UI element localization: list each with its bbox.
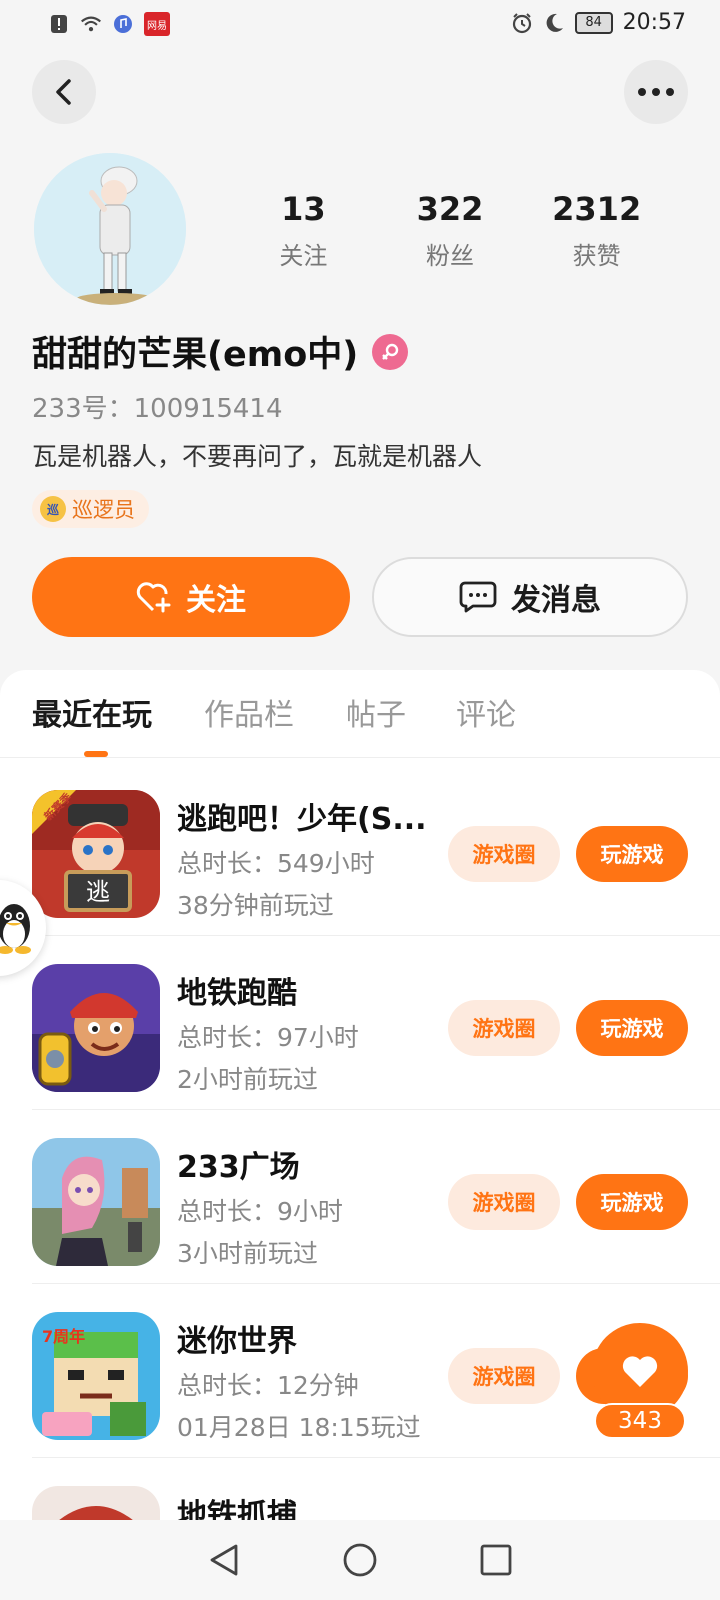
role-badge[interactable]: 巡 巡逻员 — [32, 490, 149, 528]
stat-value: 13 — [281, 190, 326, 228]
game-circle-button[interactable]: 游戏圈 — [448, 1348, 560, 1404]
game-name: 地铁跑酷 — [177, 976, 297, 1011]
mini-world-icon[interactable]: 7周年 — [32, 1312, 160, 1440]
music-app-icon — [112, 13, 134, 35]
game-total-time: 总时长：549小时 — [177, 849, 375, 878]
following-stat[interactable]: 13 关注 — [230, 190, 377, 271]
nav-recents-icon[interactable] — [478, 1542, 514, 1578]
stat-label: 获赞 — [572, 242, 621, 270]
play-game-button[interactable]: 玩游戏 — [576, 1000, 688, 1056]
game-row[interactable]: 逃 新赛季 逃跑吧！少年(S... 总时长：549小时 38分钟前玩过 游戏圈 … — [0, 760, 720, 936]
game-total-time: 总时长：97小时 — [177, 1023, 359, 1052]
active-tab-indicator — [84, 751, 108, 757]
tab-comments[interactable]: 评论 — [456, 690, 516, 734]
alert-icon — [48, 13, 70, 35]
tab-recently-played[interactable]: 最近在玩 — [32, 690, 152, 734]
heart-icon — [622, 1356, 658, 1387]
user-id[interactable]: 233号：100915414 — [32, 388, 283, 425]
game-row[interactable]: 地铁跑酷 总时长：97小时 2小时前玩过 游戏圈 玩游戏 — [0, 934, 720, 1110]
stat-value: 2312 — [552, 190, 642, 228]
back-button[interactable] — [32, 60, 96, 124]
game-circle-button[interactable]: 游戏圈 — [448, 1174, 560, 1230]
subway-surfers-icon[interactable] — [32, 964, 160, 1092]
play-game-button[interactable]: 玩游戏 — [576, 826, 688, 882]
nav-back-icon[interactable] — [206, 1542, 242, 1578]
follow-button-label: 关注 — [186, 583, 246, 618]
role-badge-label: 巡逻员 — [72, 498, 135, 522]
escape-game-icon[interactable]: 逃 新赛季 — [32, 790, 160, 918]
chevron-left-icon — [56, 79, 71, 105]
patrol-badge-icon: 巡 — [40, 496, 66, 522]
icon-tag-text: 7周年 — [42, 1327, 85, 1346]
message-button-label: 发消息 — [511, 583, 601, 618]
more-options-button[interactable] — [624, 60, 688, 124]
plaza-233-icon[interactable] — [32, 1138, 160, 1266]
game-row[interactable]: 233广场 总时长：9小时 3小时前玩过 游戏圈 玩游戏 — [0, 1108, 720, 1284]
avatar[interactable] — [34, 153, 186, 305]
chat-bubble-icon — [459, 581, 497, 613]
game-last-played: 01月28日 18:15玩过 — [177, 1413, 421, 1442]
game-name: 地铁抓捕 — [177, 1498, 297, 1520]
avatar-character-image — [34, 153, 186, 305]
game-circle-button[interactable]: 游戏圈 — [448, 1000, 560, 1056]
message-button[interactable]: 发消息 — [372, 557, 688, 637]
battery-indicator: 84 — [574, 11, 613, 34]
user-bio: 瓦是机器人，不要再问了，瓦就是机器人 — [32, 442, 483, 471]
nickname-row: 甜甜的芒果(emo中) — [32, 326, 409, 377]
like-count: 343 — [594, 1403, 686, 1439]
moon-icon — [543, 12, 565, 34]
netease-app-icon: 网易 — [144, 12, 170, 36]
like-float-button[interactable]: 343 — [590, 1323, 690, 1441]
nav-home-icon[interactable] — [342, 1542, 378, 1578]
tab-bar: 最近在玩 作品栏 帖子 评论 — [0, 670, 720, 758]
subway-catch-icon[interactable] — [32, 1486, 160, 1520]
icon-overlay-text: 逃 — [86, 878, 110, 906]
followers-stat[interactable]: 322 粉丝 — [377, 190, 524, 271]
game-name: 逃跑吧！少年(S... — [177, 802, 427, 837]
game-last-played: 3小时前玩过 — [177, 1239, 318, 1268]
game-circle-button[interactable]: 游戏圈 — [448, 826, 560, 882]
play-game-button[interactable]: 玩游戏 — [576, 1174, 688, 1230]
stat-value: 322 — [416, 190, 484, 228]
game-total-time: 总时长：12分钟 — [177, 1371, 359, 1400]
heart-plus-icon — [136, 582, 171, 613]
game-name: 233广场 — [177, 1150, 300, 1185]
clock: 20:57 — [622, 10, 686, 35]
stat-label: 粉丝 — [426, 242, 474, 270]
game-name: 迷你世界 — [177, 1324, 297, 1359]
game-total-time: 总时长：9小时 — [177, 1197, 343, 1226]
game-last-played: 38分钟前玩过 — [177, 891, 334, 920]
likes-stat[interactable]: 2312 获赞 — [523, 190, 670, 271]
system-nav-bar — [0, 1520, 720, 1600]
profile-stats: 13 关注 322 粉丝 2312 获赞 — [230, 190, 670, 271]
female-gender-icon — [372, 333, 409, 370]
qq-penguin-icon — [0, 904, 31, 954]
wifi-icon — [80, 13, 102, 35]
more-dots-icon — [638, 88, 674, 96]
stat-label: 关注 — [279, 242, 328, 270]
follow-button[interactable]: 关注 — [32, 557, 350, 637]
nickname: 甜甜的芒果(emo中) — [32, 335, 359, 375]
tab-works[interactable]: 作品栏 — [204, 690, 294, 734]
status-bar: 网易 84 20:57 — [0, 0, 720, 48]
game-row[interactable]: 地铁抓捕 — [0, 1456, 720, 1520]
tab-posts[interactable]: 帖子 — [346, 690, 406, 734]
alarm-icon — [511, 12, 533, 34]
game-last-played: 2小时前玩过 — [177, 1065, 318, 1094]
